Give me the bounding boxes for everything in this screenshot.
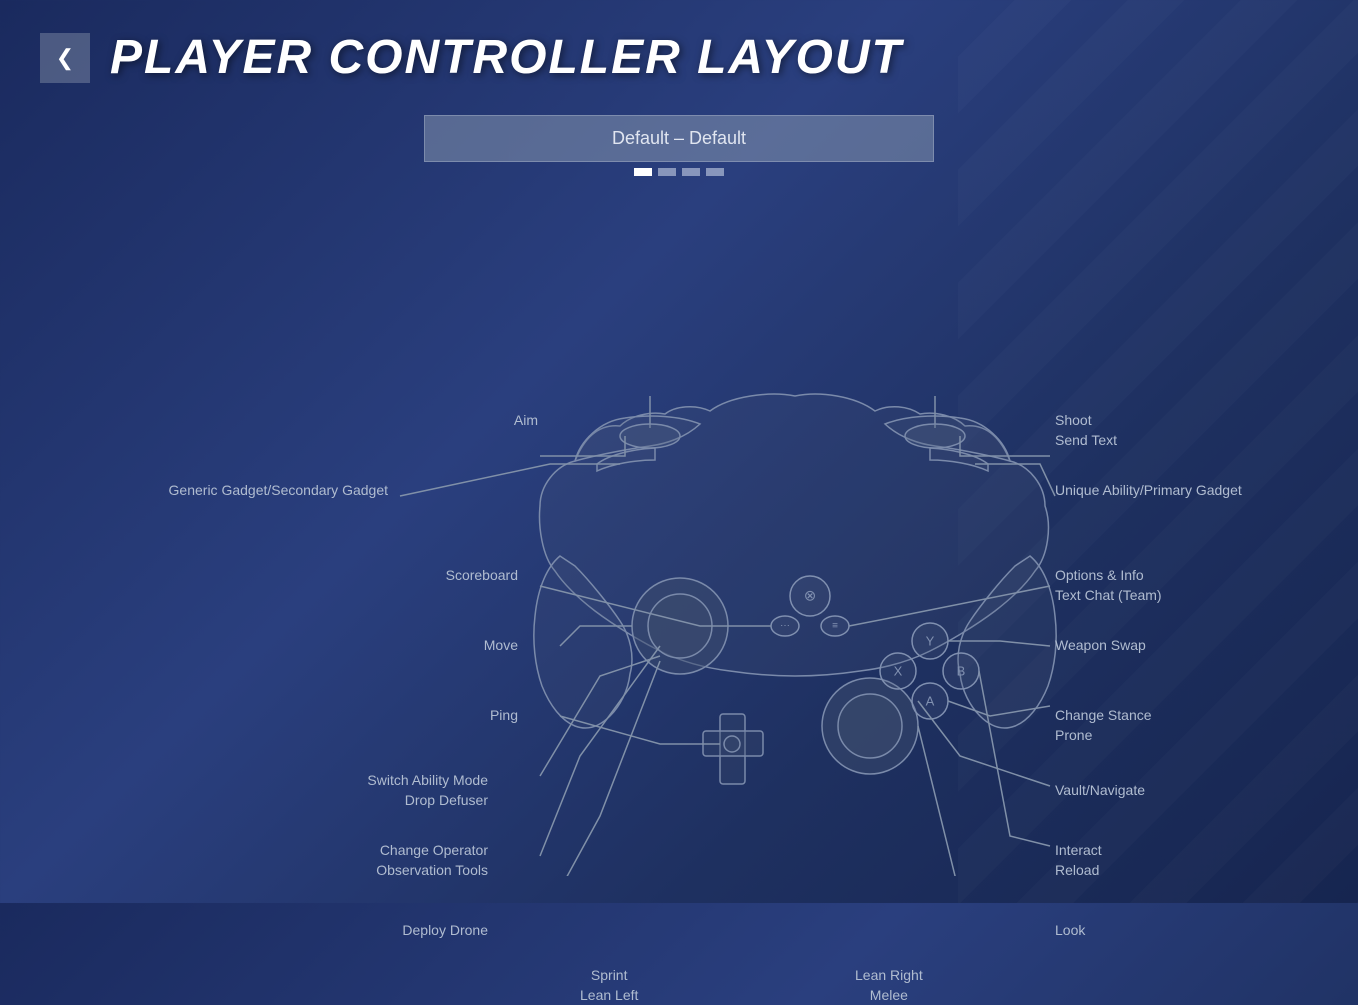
label-switch-ability: Switch Ability ModeDrop Defuser (367, 771, 488, 810)
label-change-operator: Change OperatorObservation Tools (376, 841, 488, 880)
preset-selector[interactable]: Default – Default (424, 115, 934, 162)
page-title: PLAYER CONTROLLER LAYOUT (110, 30, 903, 85)
svg-text:B: B (957, 664, 966, 679)
label-vault-navigate: Vault/Navigate (1055, 781, 1145, 801)
back-button[interactable]: ❮ (40, 33, 90, 83)
label-weapon-swap: Weapon Swap (1055, 636, 1146, 656)
svg-text:⋯: ⋯ (780, 621, 790, 632)
main-area: .line { stroke: #8090a8; stroke-width: 1… (0, 196, 1358, 876)
preset-dot-3[interactable] (682, 168, 700, 176)
preset-dot-4[interactable] (706, 168, 724, 176)
label-aim: Aim (514, 411, 538, 431)
svg-text:X: X (894, 664, 903, 679)
label-shoot: ShootSend Text (1055, 411, 1117, 450)
label-look: Look (1055, 921, 1085, 941)
preset-dot-2[interactable] (658, 168, 676, 176)
preset-bar: Default – Default (0, 115, 1358, 176)
label-options-info: Options & InfoText Chat (Team) (1055, 566, 1162, 605)
label-deploy-drone: Deploy Drone (402, 921, 488, 941)
preset-dots (424, 168, 934, 176)
svg-text:≡: ≡ (832, 621, 838, 632)
label-unique-ability: Unique Ability/Primary Gadget (1055, 481, 1242, 501)
label-scoreboard: Scoreboard (446, 566, 518, 586)
svg-text:⊗: ⊗ (804, 588, 817, 605)
preset-dot-1[interactable] (634, 168, 652, 176)
back-icon: ❮ (56, 45, 74, 71)
label-generic-gadget: Generic Gadget/Secondary Gadget (169, 481, 388, 501)
label-lean-right-melee: Lean RightMelee (855, 966, 923, 1005)
svg-text:A: A (926, 694, 935, 709)
label-move: Move (484, 636, 518, 656)
svg-text:Y: Y (926, 634, 935, 649)
label-interact-reload: InteractReload (1055, 841, 1102, 880)
header: ❮ PLAYER CONTROLLER LAYOUT (0, 0, 1358, 105)
label-change-stance: Change StanceProne (1055, 706, 1152, 745)
label-sprint-lean-left: SprintLean Left (580, 966, 638, 1005)
label-ping: Ping (490, 706, 518, 726)
